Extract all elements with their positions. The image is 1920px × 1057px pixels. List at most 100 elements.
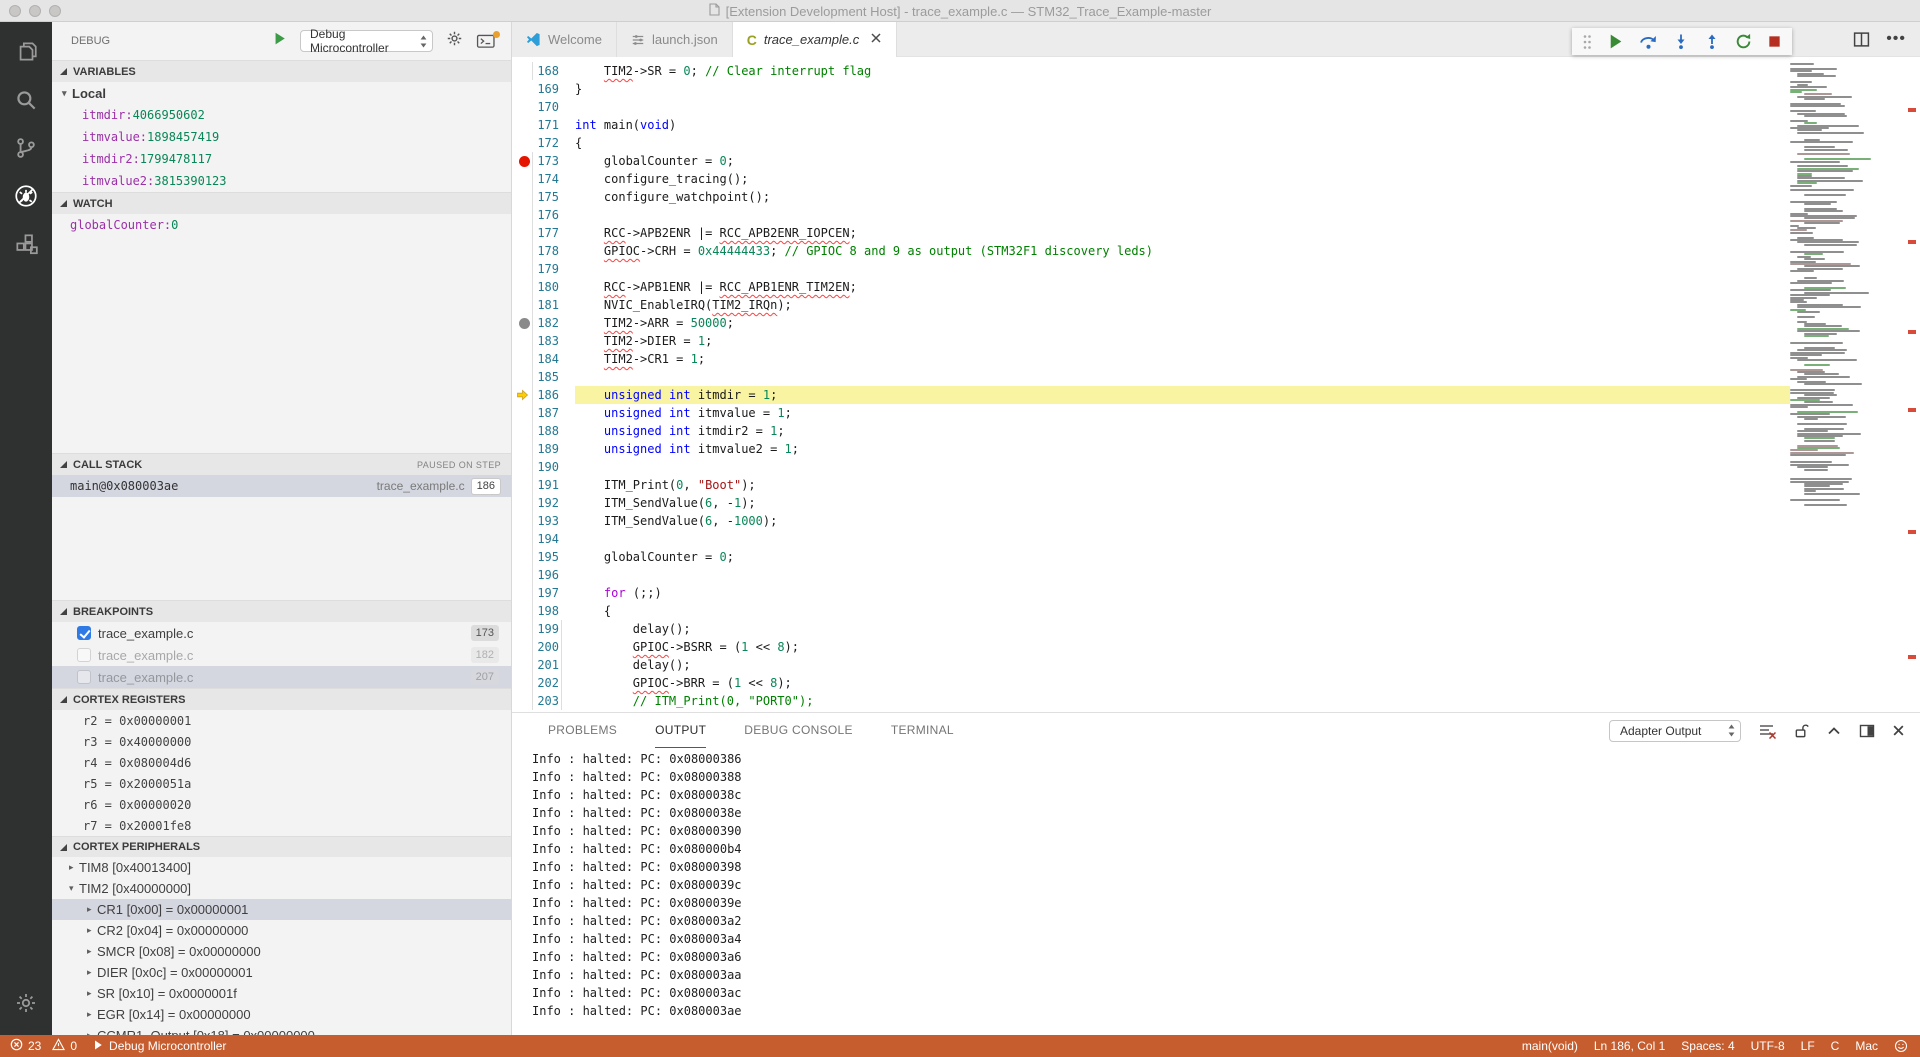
- peripheral-register-row[interactable]: ▸CR1 [0x00] = 0x00000001: [52, 899, 511, 920]
- gutter-line-189[interactable]: 189: [512, 440, 575, 458]
- code-line[interactable]: 196: [512, 566, 1790, 584]
- activity-extensions-icon[interactable]: [1, 220, 51, 268]
- code-line[interactable]: 202 GPIOC->BRR = (1 << 8);: [512, 674, 1790, 692]
- code-line[interactable]: 176: [512, 206, 1790, 224]
- close-window-button[interactable]: [9, 5, 21, 17]
- code-line[interactable]: 171int main(void): [512, 116, 1790, 134]
- configure-gear-icon[interactable]: [446, 30, 463, 52]
- unlock-icon[interactable]: [1794, 723, 1809, 739]
- gutter-line-191[interactable]: 191: [512, 476, 575, 494]
- register-row[interactable]: r2 = 0x00000001: [52, 710, 511, 731]
- code-line[interactable]: 191 ITM_Print(0, "Boot");: [512, 476, 1790, 494]
- step-over-button[interactable]: [1639, 33, 1658, 50]
- gutter-line-203[interactable]: 203: [512, 692, 575, 710]
- variable-row[interactable]: itmdir: 4066950602: [52, 104, 511, 126]
- peripheral-register-row[interactable]: ▸CR2 [0x04] = 0x00000000: [52, 920, 511, 941]
- gutter-line-178[interactable]: 178: [512, 242, 575, 260]
- code-line[interactable]: 173 globalCounter = 0;: [512, 152, 1790, 170]
- gutter-line-184[interactable]: 184: [512, 350, 575, 368]
- peripheral-row[interactable]: ▸TIM8 [0x40013400]: [52, 857, 511, 878]
- gutter-line-190[interactable]: 190: [512, 458, 575, 476]
- peripheral-register-row[interactable]: ▸SMCR [0x08] = 0x00000000: [52, 941, 511, 962]
- breakpoint-row[interactable]: trace_example.c182: [52, 644, 511, 666]
- code-line[interactable]: 182 TIM2->ARR = 50000;: [512, 314, 1790, 332]
- peripheral-register-row[interactable]: ▸DIER [0x0c] = 0x00000001: [52, 962, 511, 983]
- section-header-variables[interactable]: VARIABLES: [52, 60, 511, 82]
- close-icon[interactable]: [870, 32, 882, 47]
- activity-files-icon[interactable]: [1, 28, 51, 76]
- code-line[interactable]: 168 TIM2->SR = 0; // Clear interrupt fla…: [512, 62, 1790, 80]
- gutter-line-183[interactable]: 183: [512, 332, 575, 350]
- clear-output-icon[interactable]: [1758, 723, 1777, 739]
- code-line[interactable]: 192 ITM_SendValue(6, -1);: [512, 494, 1790, 512]
- output-channel-select[interactable]: Adapter Output: [1609, 720, 1741, 742]
- variable-row[interactable]: itmdir2: 1799478117: [52, 148, 511, 170]
- stop-button[interactable]: [1767, 34, 1782, 49]
- smiley-icon[interactable]: [1894, 1039, 1908, 1053]
- register-row[interactable]: r5 = 0x2000051a: [52, 773, 511, 794]
- more-actions-icon[interactable]: •••: [1886, 30, 1906, 48]
- start-debug-button[interactable]: [272, 31, 287, 51]
- code-line[interactable]: 189 unsigned int itmvalue2 = 1;: [512, 440, 1790, 458]
- code-line[interactable]: 194: [512, 530, 1790, 548]
- tab-welcome[interactable]: Welcome: [512, 22, 617, 57]
- register-row[interactable]: r4 = 0x080004d6: [52, 752, 511, 773]
- status-item-ln-186-col-1[interactable]: Ln 186, Col 1: [1594, 1039, 1665, 1053]
- breakpoint-checkbox[interactable]: [77, 648, 91, 662]
- gutter-line-186[interactable]: 186: [512, 386, 575, 404]
- minimize-window-button[interactable]: [29, 5, 41, 17]
- peripheral-register-row[interactable]: ▸CCMR1_Output [0x18] = 0x00000000: [52, 1025, 511, 1035]
- section-header-cortex-peripherals[interactable]: CORTEX PERIPHERALS: [52, 836, 511, 857]
- problems-status-item[interactable]: 23 0: [10, 1038, 77, 1054]
- status-item-c[interactable]: C: [1831, 1039, 1840, 1053]
- grip-icon[interactable]: [1582, 33, 1592, 51]
- code-line[interactable]: 181 NVIC_EnableIRQ(TIM2_IRQn);: [512, 296, 1790, 314]
- gutter-line-196[interactable]: 196: [512, 566, 575, 584]
- code-line[interactable]: 199 delay();: [512, 620, 1790, 638]
- code-line[interactable]: 179: [512, 260, 1790, 278]
- peripheral-register-row[interactable]: ▸EGR [0x14] = 0x00000000: [52, 1004, 511, 1025]
- gutter-line-185[interactable]: 185: [512, 368, 575, 386]
- output-log[interactable]: Info : halted: PC: 0x08000386Info : halt…: [512, 748, 1920, 1035]
- panel-tab-debug-console[interactable]: DEBUG CONSOLE: [744, 713, 853, 748]
- panel-tab-problems[interactable]: PROBLEMS: [548, 713, 617, 748]
- peripheral-row[interactable]: ▾TIM2 [0x40000000]: [52, 878, 511, 899]
- debug-target-status-item[interactable]: Debug Microcontroller: [92, 1039, 226, 1054]
- gutter-line-192[interactable]: 192: [512, 494, 575, 512]
- gutter-line-193[interactable]: 193: [512, 512, 575, 530]
- code-line[interactable]: 175 configure_watchpoint();: [512, 188, 1790, 206]
- gutter-line-188[interactable]: 188: [512, 422, 575, 440]
- zoom-window-button[interactable]: [49, 5, 61, 17]
- status-item-mac[interactable]: Mac: [1855, 1039, 1878, 1053]
- minimap[interactable]: [1790, 57, 1890, 712]
- gutter-line-173[interactable]: 173: [512, 152, 575, 170]
- gutter-line-169[interactable]: 169: [512, 80, 575, 98]
- split-editor-icon[interactable]: [1853, 31, 1870, 48]
- gutter-line-168[interactable]: 168: [512, 62, 575, 80]
- section-header-call-stack[interactable]: CALL STACK PAUSED ON STEP: [52, 453, 511, 475]
- status-item-utf-8[interactable]: UTF-8: [1751, 1039, 1785, 1053]
- step-out-button[interactable]: [1704, 33, 1720, 50]
- breakpoint-row[interactable]: trace_example.c207: [52, 666, 511, 688]
- section-header-watch[interactable]: WATCH: [52, 192, 511, 214]
- watch-row[interactable]: globalCounter: 0: [52, 214, 511, 236]
- code-editor[interactable]: 168 TIM2->SR = 0; // Clear interrupt fla…: [512, 57, 1920, 712]
- call-stack-frame[interactable]: main@0x080003aetrace_example.c186: [52, 475, 511, 497]
- gutter-line-197[interactable]: 197: [512, 584, 575, 602]
- chevron-up-icon[interactable]: [1826, 723, 1842, 739]
- status-item-lf[interactable]: LF: [1801, 1039, 1815, 1053]
- code-line[interactable]: 174 configure_tracing();: [512, 170, 1790, 188]
- code-line[interactable]: 190: [512, 458, 1790, 476]
- debug-config-select[interactable]: Debug Microcontroller: [300, 30, 433, 52]
- gutter-line-176[interactable]: 176: [512, 206, 575, 224]
- gutter-line-174[interactable]: 174: [512, 170, 575, 188]
- gutter-line-199[interactable]: 199: [512, 620, 575, 638]
- variables-scope-row[interactable]: ▾Local: [52, 82, 511, 104]
- debug-console-toggle-icon[interactable]: [476, 34, 496, 49]
- step-into-button[interactable]: [1673, 33, 1689, 50]
- register-row[interactable]: r6 = 0x00000020: [52, 794, 511, 815]
- panel-tab-terminal[interactable]: TERMINAL: [891, 713, 954, 748]
- gutter-line-187[interactable]: 187: [512, 404, 575, 422]
- code-line[interactable]: 197 for (;;): [512, 584, 1790, 602]
- code-line[interactable]: 198 {: [512, 602, 1790, 620]
